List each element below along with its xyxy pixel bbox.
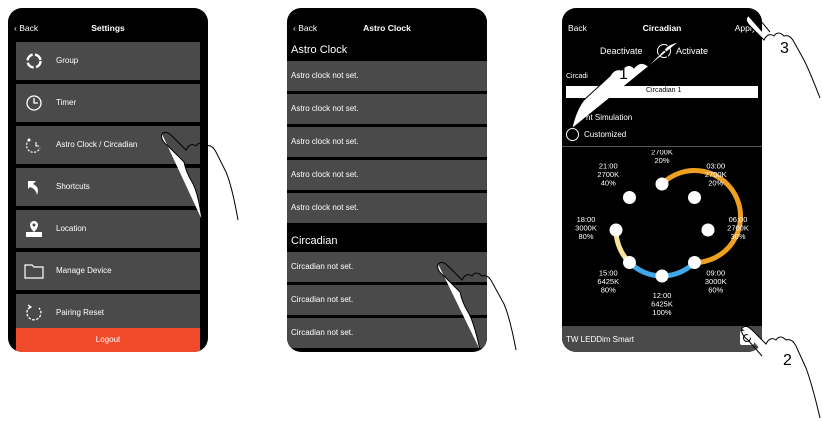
circadian-row[interactable]: Circadian not set. bbox=[287, 252, 487, 282]
point-level: 20% bbox=[708, 178, 723, 187]
divider bbox=[562, 146, 762, 147]
option-simulation[interactable]: nt Simulation bbox=[566, 112, 716, 124]
settings-item-astro-clock[interactable]: Astro Clock / Circadian bbox=[16, 126, 200, 164]
settings-navbar: ‹ Back Settings bbox=[8, 16, 208, 42]
row-label: Circadian not set. bbox=[291, 262, 354, 271]
astro-navbar: ‹ Back Astro Clock bbox=[287, 16, 487, 42]
ring-point-label: 06:00 2700K 30% bbox=[727, 215, 749, 241]
page-title: Settings bbox=[91, 23, 125, 33]
settings-screen: ‹ Back Settings Group Timer Astro Clock … bbox=[8, 8, 208, 352]
deactivate-label: Deactivate bbox=[600, 46, 643, 56]
ring-time-node[interactable] bbox=[688, 190, 702, 204]
astro-section-header: Astro Clock bbox=[291, 44, 348, 56]
ring-time-node[interactable] bbox=[622, 190, 636, 204]
settings-item-manage-device[interactable]: Manage Device bbox=[16, 252, 200, 290]
astro-clock-row[interactable]: Astro clock not set. bbox=[287, 193, 487, 223]
settings-item-label: Location bbox=[56, 224, 87, 233]
astro-clock-icon bbox=[25, 138, 41, 153]
circadian-name-label: Circadi bbox=[566, 73, 588, 80]
ring-time-node[interactable] bbox=[655, 177, 669, 191]
ring-point-label: 15:00 6425K 80% bbox=[597, 269, 619, 295]
point-level: 40% bbox=[601, 178, 616, 187]
astro-clock-row[interactable]: Astro clock not set. bbox=[287, 61, 487, 91]
row-label: Astro clock not set. bbox=[291, 104, 359, 113]
settings-item-pairing-reset[interactable]: Pairing Reset bbox=[16, 294, 200, 332]
settings-item-group[interactable]: Group bbox=[16, 42, 200, 80]
astro-clock-screen: ‹ Back Astro Clock Astro Clock Astro clo… bbox=[287, 8, 487, 352]
ring-time-node[interactable] bbox=[655, 269, 669, 283]
settings-item-label: Shortcuts bbox=[56, 182, 90, 191]
apply-button[interactable]: Apply bbox=[735, 23, 756, 33]
settings-item-label: Group bbox=[56, 56, 79, 65]
callout-number: 3 bbox=[780, 40, 789, 57]
circadian-section-header: Circadian bbox=[291, 235, 338, 247]
astro-clock-row[interactable]: Astro clock not set. bbox=[287, 94, 487, 124]
row-label: Astro clock not set. bbox=[291, 137, 359, 146]
ring-point-label: 00:002700K20% bbox=[651, 150, 673, 165]
ring-point-label: 18:00 3000K 80% bbox=[575, 215, 597, 241]
row-label: Astro clock not set. bbox=[291, 170, 359, 179]
device-name: TW LEDDim Smart bbox=[566, 335, 634, 344]
row-label: Astro clock not set. bbox=[291, 71, 359, 80]
customized-label: Customized bbox=[584, 130, 627, 139]
row-label: Circadian not set. bbox=[291, 295, 354, 304]
circadian-screen: Back Circadian Apply Deactivate Activate… bbox=[562, 8, 762, 352]
settings-item-shortcuts[interactable]: Shortcuts bbox=[16, 168, 200, 206]
settings-item-label: Manage Device bbox=[56, 266, 112, 275]
settings-item-label: Pairing Reset bbox=[56, 308, 105, 317]
circadian-row[interactable]: Circadian not set. bbox=[287, 285, 487, 315]
ring-time-node[interactable] bbox=[609, 223, 623, 237]
settings-item-label: Astro Clock / Circadian bbox=[56, 140, 138, 149]
row-label: Circadian not set. bbox=[291, 328, 354, 337]
location-icon bbox=[26, 221, 42, 237]
ring-time-node[interactable] bbox=[701, 223, 715, 237]
option-customized[interactable]: Customized bbox=[566, 128, 716, 142]
option-simulation-label: nt Simulation bbox=[586, 113, 633, 122]
group-icon bbox=[26, 53, 42, 69]
point-level: 80% bbox=[578, 232, 593, 241]
row-label: Astro clock not set. bbox=[291, 203, 359, 212]
circadian-row[interactable]: Circadian not set. bbox=[287, 318, 487, 348]
device-settings-button[interactable] bbox=[740, 331, 754, 345]
settings-item-location[interactable]: Location bbox=[16, 210, 200, 248]
clock-icon bbox=[26, 95, 42, 111]
settings-item-timer[interactable]: Timer bbox=[16, 84, 200, 122]
callout-number: 1 bbox=[619, 66, 628, 83]
page-title: Astro Clock bbox=[363, 23, 411, 33]
point-level: 80% bbox=[601, 286, 616, 295]
circadian-name-field[interactable]: Circadian 1 bbox=[566, 86, 758, 98]
activate-toggle[interactable]: Deactivate Activate bbox=[562, 44, 762, 60]
ring-time-node[interactable] bbox=[688, 256, 702, 270]
point-level: 30% bbox=[730, 232, 745, 241]
astro-clock-row[interactable]: Astro clock not set. bbox=[287, 160, 487, 190]
point-level: 20% bbox=[654, 156, 669, 165]
astro-clock-row[interactable]: Astro clock not set. bbox=[287, 127, 487, 157]
ring-point-label: 09:00 3000K 60% bbox=[705, 269, 727, 295]
point-level: 100% bbox=[652, 308, 672, 317]
settings-item-label: Timer bbox=[56, 98, 77, 107]
device-bar: TW LEDDim Smart bbox=[562, 326, 762, 352]
activate-label: Activate bbox=[676, 46, 709, 56]
callout-number: 2 bbox=[783, 352, 792, 369]
circadian-ring-chart: 00:002700K20%03:002700K20%06:002700K30%0… bbox=[575, 150, 749, 317]
logout-button[interactable]: Logout bbox=[16, 328, 200, 352]
ring-point-label: 21:00 2700K 40% bbox=[597, 161, 619, 187]
ring-time-node[interactable] bbox=[622, 256, 636, 270]
page-title: Circadian bbox=[642, 23, 682, 33]
circadian-name-value: Circadian 1 bbox=[646, 87, 682, 94]
circadian-navbar: Back Circadian Apply bbox=[562, 16, 762, 42]
ring-point-label: 12:00 6425K 100% bbox=[651, 291, 673, 317]
customized-radio[interactable] bbox=[566, 128, 579, 141]
shortcut-arrow-icon bbox=[28, 181, 38, 195]
reset-icon bbox=[26, 304, 42, 321]
activate-radio[interactable] bbox=[657, 44, 671, 58]
folder-icon bbox=[24, 264, 44, 279]
device-circle-icon bbox=[743, 334, 751, 342]
point-level: 60% bbox=[708, 286, 723, 295]
